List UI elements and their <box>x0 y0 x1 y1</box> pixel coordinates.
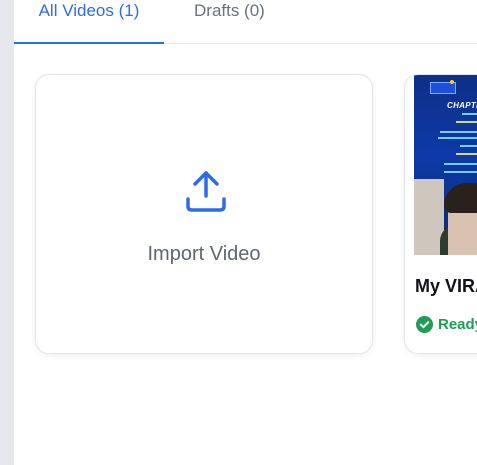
video-card[interactable]: CHAPTE My VIRA Ready <box>404 74 477 354</box>
thumbnail-person-hair <box>444 183 477 213</box>
thumbnail-text-line <box>444 171 477 173</box>
video-thumbnail: CHAPTE <box>414 75 477 255</box>
status-text: Ready <box>438 316 477 333</box>
thumbnail-text-line <box>456 121 477 123</box>
video-library: All Videos (1) Drafts (0) Import Video C… <box>0 0 477 465</box>
tab-all-videos[interactable]: All Videos (1) <box>14 0 164 44</box>
thumbnail-text-line <box>460 145 477 147</box>
status-badge: Ready <box>416 316 477 333</box>
thumbnail-dot <box>450 80 454 84</box>
thumbnail-text-line <box>444 163 477 165</box>
thumbnail-heading: CHAPTE <box>447 101 477 110</box>
thumbnail-text-line <box>456 153 477 155</box>
thumbnail-text-line <box>438 137 477 139</box>
thumbnail-text-line <box>462 113 477 115</box>
video-grid: Import Video CHAPTE My VIRA <box>14 44 477 465</box>
thumbnail-text-line <box>440 131 477 133</box>
video-title: My VIRA <box>415 276 477 296</box>
import-video-label: Import Video <box>147 243 261 265</box>
import-video-card[interactable]: Import Video <box>35 74 373 354</box>
check-circle-icon <box>416 316 433 333</box>
upload-icon <box>186 171 226 212</box>
tab-drafts[interactable]: Drafts (0) <box>194 0 265 44</box>
tab-bar: All Videos (1) Drafts (0) <box>14 0 477 44</box>
sidebar-rail <box>0 0 14 465</box>
